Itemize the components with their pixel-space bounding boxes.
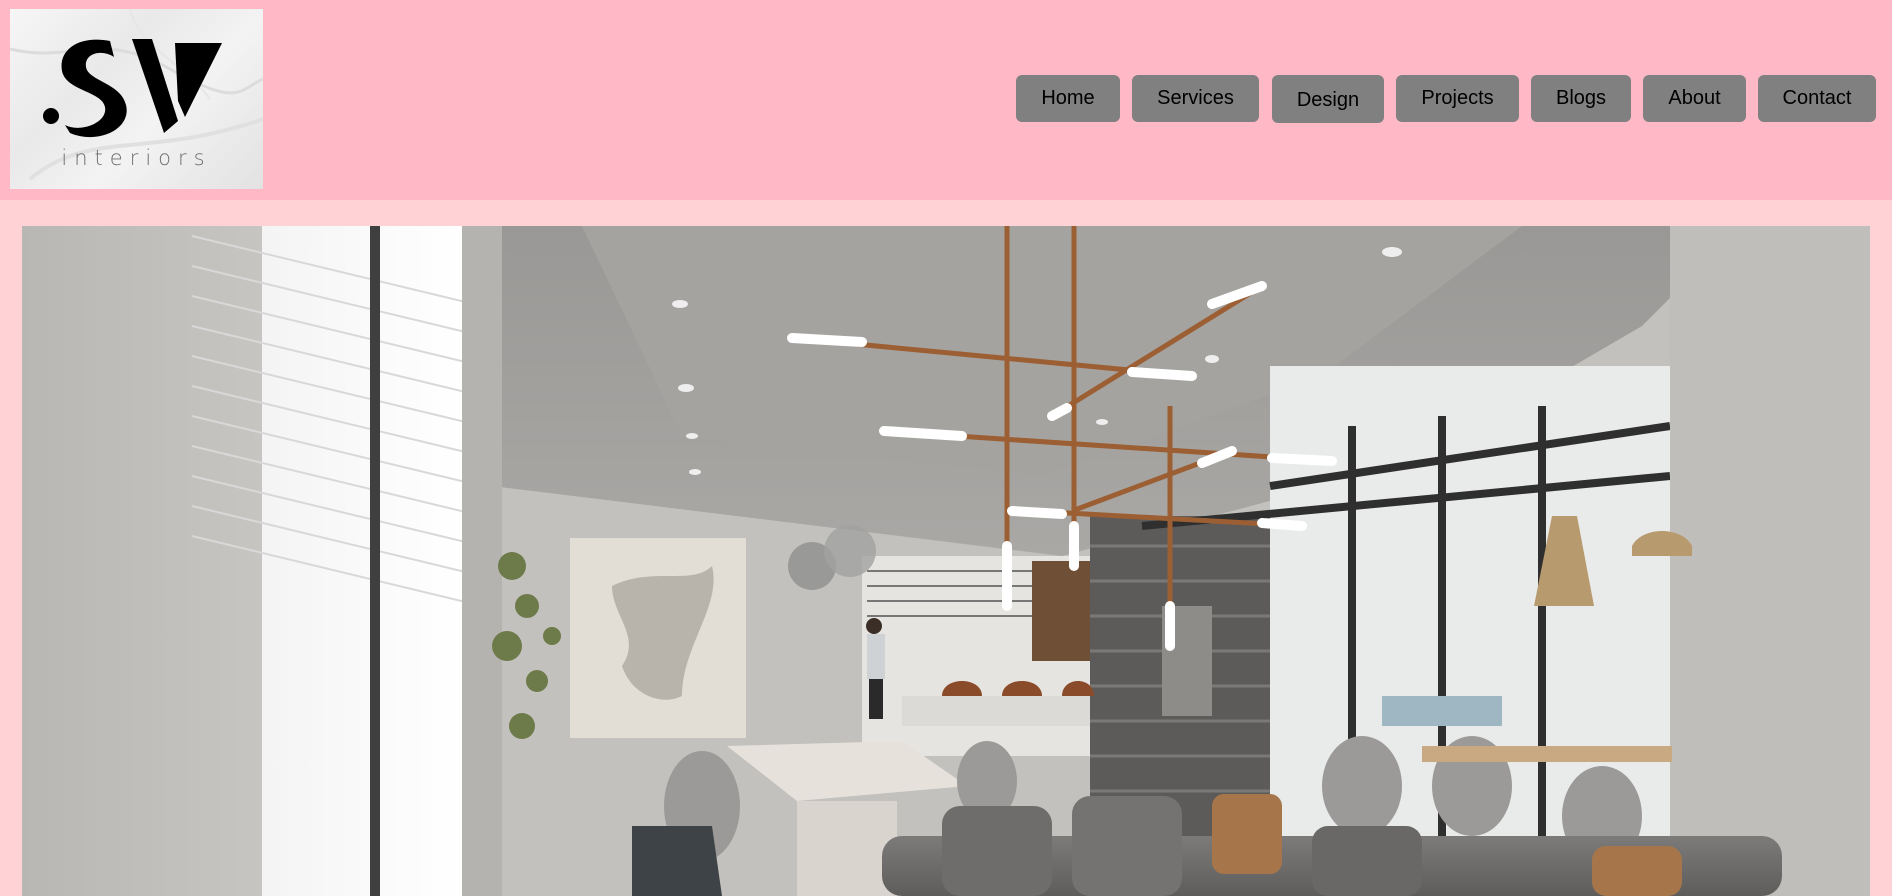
- logo[interactable]: interiors: [10, 9, 263, 189]
- nav-contact-button[interactable]: Contact: [1758, 75, 1876, 122]
- interior-photo: [22, 226, 1870, 896]
- nav-blogs-button[interactable]: Blogs: [1531, 75, 1631, 122]
- nav-projects-button[interactable]: Projects: [1396, 75, 1519, 122]
- nav-services-button[interactable]: Services: [1132, 75, 1259, 122]
- nav-design-button[interactable]: Design: [1272, 75, 1384, 123]
- site-header: interiors Home Services Design Projects …: [0, 0, 1892, 200]
- hero-image: [22, 226, 1870, 896]
- nav-home-button[interactable]: Home: [1016, 75, 1120, 122]
- nav-about-button[interactable]: About: [1643, 75, 1746, 122]
- logo-wordmark: interiors: [61, 146, 212, 170]
